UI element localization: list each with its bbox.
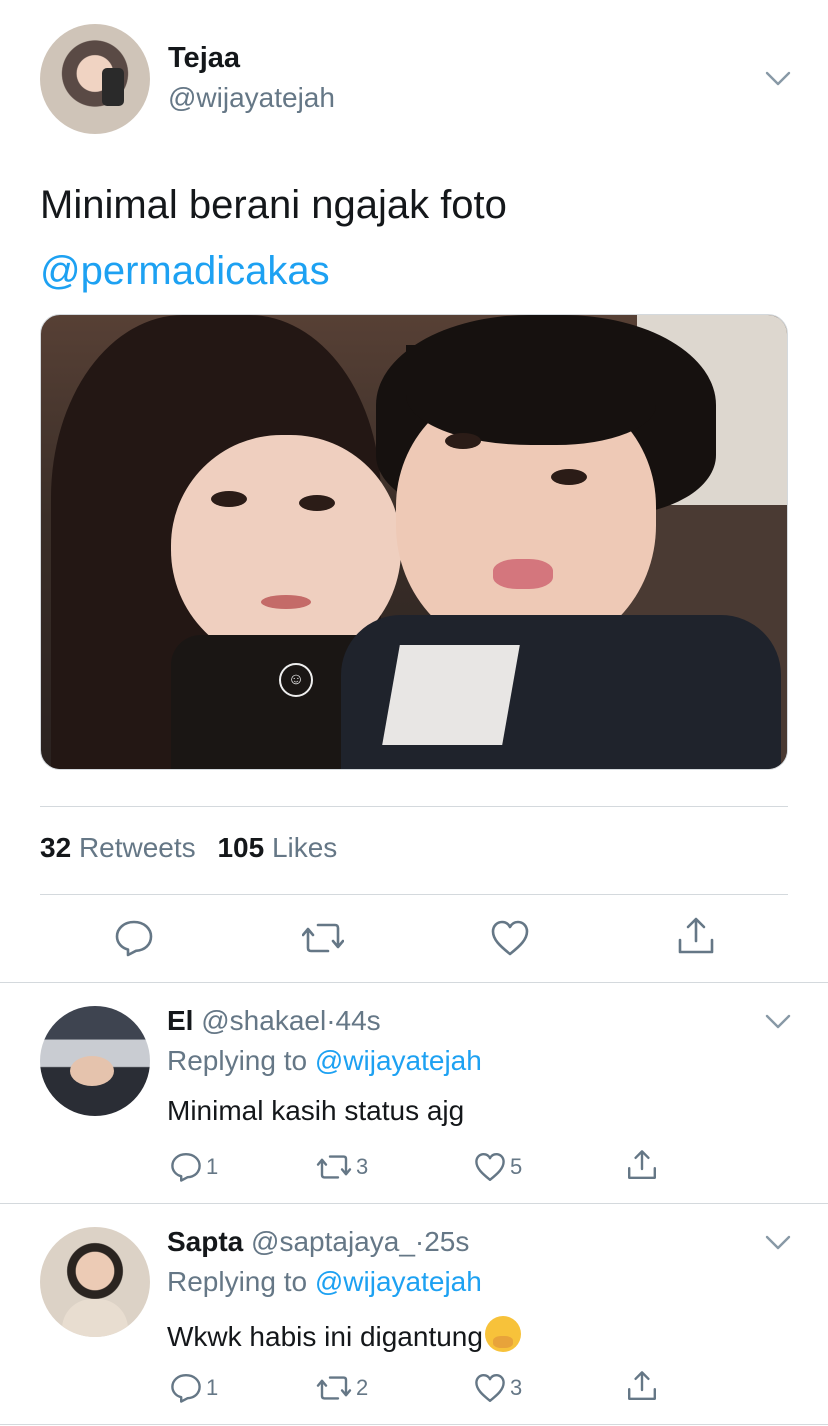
share-action[interactable] <box>626 1149 658 1181</box>
share-icon[interactable] <box>676 916 716 956</box>
share-icon[interactable] <box>626 1149 658 1181</box>
replying-to: Replying to @wijayatejah <box>167 1045 482 1077</box>
retweet-action[interactable]: 2 <box>316 1372 368 1404</box>
smiley-doodle-icon: ☺ <box>279 663 313 697</box>
reply-username[interactable]: @shakael <box>201 1005 326 1036</box>
replying-prefix: Replying to <box>167 1045 308 1076</box>
reply-header: El @shakael·44s <box>167 1005 381 1037</box>
photo-boy-fringe <box>406 345 656 445</box>
mention-link[interactable]: @permadicakas <box>40 238 800 304</box>
replying-mention[interactable]: @wijayatejah <box>315 1045 482 1076</box>
retweet-icon[interactable] <box>316 1151 352 1183</box>
like-icon[interactable] <box>474 1372 506 1404</box>
reply-icon[interactable] <box>114 918 154 958</box>
photo-mouth <box>261 595 311 609</box>
retweets-label[interactable]: Retweets <box>79 832 196 863</box>
reply-time[interactable]: 44s <box>336 1005 381 1036</box>
share-action[interactable] <box>626 1370 658 1402</box>
like-count: 3 <box>510 1375 523 1400</box>
photo-eye <box>211 491 247 507</box>
reply-separator: · <box>326 1005 336 1036</box>
like-action[interactable]: 3 <box>474 1372 522 1404</box>
divider <box>0 1424 828 1425</box>
reply-count: 1 <box>206 1375 219 1400</box>
like-icon[interactable] <box>490 918 530 958</box>
likes-count[interactable]: 105 <box>217 832 264 863</box>
chevron-down-icon[interactable] <box>764 70 792 88</box>
reply-display-name[interactable]: Sapta <box>167 1226 243 1257</box>
main-tweet-header: Tejaa @wijayatejah <box>40 24 792 134</box>
tweet-stats: 32 Retweets 105 Likes <box>40 832 337 864</box>
retweet-action[interactable]: 3 <box>316 1151 368 1183</box>
face-with-hand-over-mouth-icon <box>484 1316 521 1352</box>
reply-separator: · <box>414 1226 425 1257</box>
author-display-name[interactable]: Tejaa <box>168 42 240 75</box>
reply-text-container: Wkwk habis ini digantung <box>167 1316 521 1353</box>
divider <box>40 894 788 895</box>
reply-icon[interactable] <box>170 1372 202 1404</box>
photo-eye <box>445 433 481 449</box>
tweet-photo[interactable]: ☺ <box>40 314 788 770</box>
likes-label[interactable]: Likes <box>272 832 337 863</box>
retweets-count[interactable]: 32 <box>40 832 71 863</box>
retweet-icon[interactable] <box>301 918 345 958</box>
reply-action[interactable]: 1 <box>170 1151 218 1183</box>
reply-text: Wkwk habis ini digantung <box>167 1321 483 1352</box>
author-username[interactable]: @wijayatejah <box>168 82 335 114</box>
like-icon[interactable] <box>474 1151 506 1183</box>
like-count: 5 <box>510 1154 523 1179</box>
replying-mention[interactable]: @wijayatejah <box>315 1266 482 1297</box>
reply-text: Minimal kasih status ajg <box>167 1095 465 1126</box>
chevron-down-icon[interactable] <box>764 1013 792 1031</box>
reply-count: 1 <box>206 1154 219 1179</box>
reply-tweet[interactable]: Sapta @saptajaya_·25s Replying to @wijay… <box>0 1204 828 1424</box>
reply-header: Sapta @saptajaya_·25s <box>167 1226 469 1258</box>
reply-display-name[interactable]: El <box>167 1005 193 1036</box>
reply-username[interactable]: @saptajaya_ <box>251 1226 415 1257</box>
photo-eye <box>299 495 335 511</box>
photo-boy-shirt <box>382 645 520 745</box>
tweet-text: Minimal berani ngajak foto @permadicakas <box>40 172 800 304</box>
reply-icon[interactable] <box>170 1151 202 1183</box>
retweet-icon[interactable] <box>316 1372 352 1404</box>
retweet-count: 2 <box>356 1375 369 1400</box>
replying-to: Replying to @wijayatejah <box>167 1266 482 1298</box>
tweet-detail-page: Tejaa @wijayatejah Minimal berani ngajak… <box>0 0 828 1426</box>
photo-tongue <box>493 559 553 589</box>
reply-action[interactable]: 1 <box>170 1372 218 1404</box>
photo-eye <box>551 469 587 485</box>
reply-tweet[interactable]: El @shakael·44s Replying to @wijayatejah… <box>0 983 828 1203</box>
divider <box>40 806 788 807</box>
avatar[interactable] <box>40 24 150 134</box>
avatar[interactable] <box>40 1006 150 1116</box>
retweet-count: 3 <box>356 1154 369 1179</box>
reply-time[interactable]: 25s <box>424 1226 469 1257</box>
avatar[interactable] <box>40 1227 150 1337</box>
replying-prefix: Replying to <box>167 1266 308 1297</box>
chevron-down-icon[interactable] <box>764 1234 792 1252</box>
share-icon[interactable] <box>626 1370 658 1402</box>
like-action[interactable]: 5 <box>474 1151 522 1183</box>
tweet-body: Minimal berani ngajak foto <box>40 183 507 227</box>
